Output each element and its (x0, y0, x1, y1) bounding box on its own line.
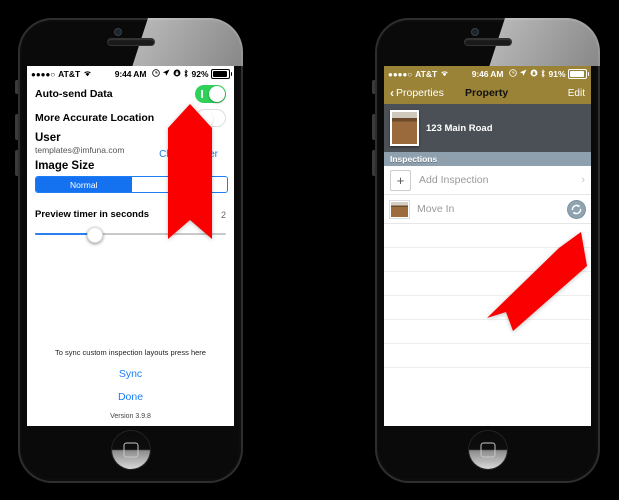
battery-icon (568, 69, 590, 79)
auto-send-row: Auto-send Data (35, 82, 226, 106)
inspections-section-label: Inspections (390, 154, 438, 164)
settings-footer: To sync custom inspection layouts press … (27, 348, 234, 420)
wifi-icon (83, 69, 92, 79)
home-button[interactable] (468, 431, 507, 469)
plus-box-icon: + (390, 169, 411, 191)
earpiece-speaker (107, 39, 154, 45)
location-arrow-icon (162, 69, 170, 79)
battery-percent-label: 91% (548, 69, 566, 79)
volume-up-button[interactable] (15, 114, 18, 140)
signal-dots-icon: ●●●●○ (388, 69, 413, 79)
home-square-icon (123, 442, 138, 458)
status-right: 91% (503, 68, 590, 80)
rotation-lock-icon (173, 69, 181, 79)
red-arrow-pointing-to-sync-icon (481, 228, 591, 338)
mute-switch[interactable] (15, 80, 18, 94)
volume-down-button[interactable] (15, 150, 18, 176)
more-accurate-location-label: More Accurate Location (35, 112, 155, 124)
volume-down-button[interactable] (372, 150, 375, 176)
add-inspection-row[interactable]: + Add Inspection › (384, 166, 591, 195)
alarm-icon (508, 69, 517, 79)
rotation-lock-icon (530, 69, 538, 79)
status-right: 92% (146, 68, 233, 80)
segment-normal[interactable]: Normal (36, 177, 132, 192)
screenshot-stage: ●●●●○ AT&T 9:44 AM 92% Auto-send Data Mo… (0, 0, 619, 500)
inspections-section-header: Inspections (384, 152, 591, 166)
status-left: ●●●●○ AT&T (388, 69, 472, 79)
slider-thumb[interactable] (86, 227, 103, 243)
red-arrow-pointing-to-location-toggle (166, 104, 214, 239)
slider-fill (35, 233, 93, 235)
carrier-label: AT&T (58, 69, 81, 79)
version-label: Version 3.9.8 (110, 413, 151, 420)
done-button[interactable]: Done (27, 391, 234, 403)
status-time: 9:44 AM (114, 69, 147, 79)
alarm-icon (151, 69, 160, 79)
bluetooth-icon (183, 68, 189, 80)
chevron-left-icon: ‹ (390, 86, 394, 100)
carrier-label: AT&T (415, 69, 438, 79)
mute-switch[interactable] (372, 80, 375, 94)
sync-hint-text: To sync custom inspection layouts press … (55, 348, 206, 357)
chevron-right-icon: › (581, 174, 585, 186)
preview-timer-value: 2 (220, 209, 226, 220)
inspection-photo-thumbnail (390, 200, 409, 218)
navigation-bar: ‹ Properties Property Edit (384, 82, 591, 104)
page-title: Property (465, 87, 509, 99)
location-arrow-icon (519, 69, 527, 79)
signal-dots-icon: ●●●●○ (31, 69, 56, 79)
empty-list-row (384, 344, 591, 368)
property-photo-thumbnail (390, 110, 419, 146)
back-button[interactable]: ‹ Properties (390, 87, 444, 99)
move-in-row[interactable]: Move In (384, 195, 591, 224)
home-button[interactable] (111, 431, 150, 469)
battery-percent-label: 92% (191, 69, 209, 79)
left-iphone-device: ●●●●○ AT&T 9:44 AM 92% Auto-send Data Mo… (15, 18, 243, 483)
battery-icon (211, 69, 233, 79)
auto-send-label: Auto-send Data (35, 88, 113, 100)
move-in-label: Move In (417, 203, 455, 215)
sync-refresh-icon[interactable] (568, 200, 585, 218)
auto-send-toggle[interactable] (195, 85, 226, 103)
bluetooth-icon (540, 68, 546, 80)
volume-up-button[interactable] (372, 114, 375, 140)
add-inspection-label: Add Inspection (419, 174, 489, 186)
front-camera-icon (471, 29, 478, 35)
sync-button[interactable]: Sync (27, 368, 234, 380)
property-header[interactable]: 123 Main Road (384, 104, 591, 152)
wifi-icon (440, 69, 449, 79)
preview-timer-label: Preview timer in seconds (35, 209, 150, 220)
home-square-icon (480, 442, 495, 458)
status-time: 9:46 AM (471, 69, 504, 79)
edit-button[interactable]: Edit (568, 88, 585, 99)
status-bar: ●●●●○ AT&T 9:44 AM 92% (27, 66, 234, 82)
back-button-label: Properties (396, 87, 444, 99)
front-camera-icon (114, 29, 121, 35)
status-left: ●●●●○ AT&T (31, 69, 115, 79)
property-name-label: 123 Main Road (426, 122, 493, 134)
status-bar: ●●●●○ AT&T 9:46 AM 91% (384, 66, 591, 82)
earpiece-speaker (464, 39, 511, 45)
